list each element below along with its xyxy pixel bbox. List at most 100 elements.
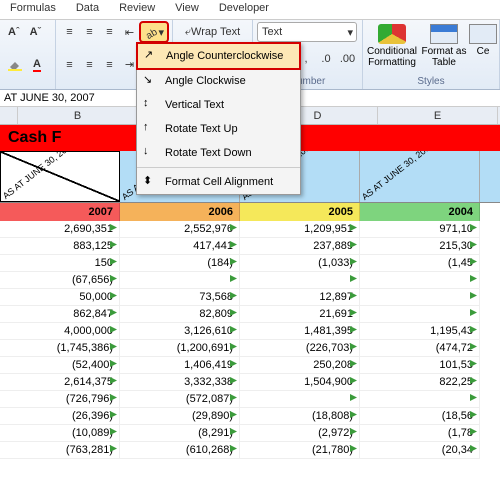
align-left[interactable]: ≡ xyxy=(60,55,78,75)
data-cell[interactable] xyxy=(240,391,360,408)
table-row: 862,84782,80921,691 xyxy=(0,306,500,323)
increase-font-size[interactable]: Aˆ xyxy=(4,22,24,42)
data-cell[interactable]: (21,780) xyxy=(240,442,360,459)
data-cell[interactable]: (29,890) xyxy=(120,408,240,425)
align-right[interactable]: ≡ xyxy=(100,55,118,75)
data-cell[interactable]: (474,72 xyxy=(360,340,480,357)
menu-rotate-down[interactable]: ↓Rotate Text Down xyxy=(137,141,300,165)
data-cell[interactable]: 250,208 xyxy=(240,357,360,374)
data-cell[interactable]: 50,000 xyxy=(0,289,120,306)
menu-angle-ccw[interactable]: ↗Angle Counterclockwise xyxy=(137,43,300,69)
increase-decimal[interactable]: .0 xyxy=(317,49,335,69)
wrap-text-button[interactable]: ⤶ Wrap Text xyxy=(177,22,248,42)
data-cell[interactable] xyxy=(360,272,480,289)
data-cell[interactable]: (726,796) xyxy=(0,391,120,408)
data-cell[interactable]: 1,504,900 xyxy=(240,374,360,391)
data-cell[interactable]: 237,889 xyxy=(240,238,360,255)
data-cell[interactable]: (8,291) xyxy=(120,425,240,442)
data-cell[interactable]: (67,656) xyxy=(0,272,120,289)
angled-header-2004[interactable]: AS AT JUNE 30, 2004 xyxy=(360,151,480,202)
tab-formulas[interactable]: Formulas xyxy=(0,0,66,19)
align-middle[interactable]: ≡ xyxy=(80,22,98,42)
data-cell[interactable]: 862,847 xyxy=(0,306,120,323)
tab-review[interactable]: Review xyxy=(109,0,165,19)
year-2006[interactable]: 2006 xyxy=(120,203,240,221)
data-cell[interactable] xyxy=(360,391,480,408)
menu-format-alignment[interactable]: ⬍Format Cell Alignment xyxy=(137,170,300,194)
data-cell[interactable]: (763,281) xyxy=(0,442,120,459)
cell-styles-button[interactable]: Ce xyxy=(471,22,495,70)
data-cell[interactable]: (52,400) xyxy=(0,357,120,374)
menu-vertical[interactable]: ↕Vertical Text xyxy=(137,93,300,117)
align-center[interactable]: ≡ xyxy=(80,55,98,75)
orientation-menu: ↗Angle Counterclockwise ↘Angle Clockwise… xyxy=(136,42,301,195)
data-cell[interactable]: (226,703) xyxy=(240,340,360,357)
data-cell[interactable]: (26,396) xyxy=(0,408,120,425)
conditional-formatting-button[interactable]: Conditional Formatting xyxy=(367,22,417,70)
data-cell[interactable] xyxy=(360,306,480,323)
orientation-icon: ab xyxy=(144,25,158,39)
data-cell[interactable]: 1,481,395 xyxy=(240,323,360,340)
data-cell[interactable]: 971,10 xyxy=(360,221,480,238)
menu-rotate-up[interactable]: ↑Rotate Text Up xyxy=(137,117,300,141)
data-cell[interactable]: 82,809 xyxy=(120,306,240,323)
data-cell[interactable]: 2,552,976 xyxy=(120,221,240,238)
font-color[interactable]: A xyxy=(28,55,46,75)
data-cell[interactable] xyxy=(120,272,240,289)
format-as-table-button[interactable]: Format as Table xyxy=(419,22,469,70)
data-cell[interactable]: 2,690,351 xyxy=(0,221,120,238)
data-cell[interactable]: 2,614,375 xyxy=(0,374,120,391)
data-cell[interactable]: 150 xyxy=(0,255,120,272)
data-cell[interactable]: (20,34 xyxy=(360,442,480,459)
data-cell[interactable]: 12,897 xyxy=(240,289,360,306)
fill-color[interactable] xyxy=(4,55,26,75)
data-cell[interactable]: 1,209,951 xyxy=(240,221,360,238)
data-cell[interactable]: 73,568 xyxy=(120,289,240,306)
indent-decrease[interactable]: ⇤ xyxy=(120,22,138,42)
data-cell[interactable]: 822,25 xyxy=(360,374,480,391)
data-cell[interactable]: (1,78 xyxy=(360,425,480,442)
data-cell[interactable]: (572,087) xyxy=(120,391,240,408)
tab-developer[interactable]: Developer xyxy=(209,0,279,19)
data-cell[interactable]: 883,125 xyxy=(0,238,120,255)
data-cell[interactable]: (18,808) xyxy=(240,408,360,425)
data-cell[interactable]: (1,200,691) xyxy=(120,340,240,357)
align-top[interactable]: ≡ xyxy=(60,22,78,42)
data-cell[interactable]: (610,268) xyxy=(120,442,240,459)
angled-header-2007[interactable]: AS AT JUNE 30, 2007 xyxy=(0,151,120,202)
data-cell[interactable] xyxy=(240,272,360,289)
data-cell[interactable]: (10,089) xyxy=(0,425,120,442)
orientation-button[interactable]: ab▾ xyxy=(140,22,168,42)
data-cell[interactable]: 3,332,338 xyxy=(120,374,240,391)
data-cell[interactable]: (1,033) xyxy=(240,255,360,272)
data-cell[interactable]: (184) xyxy=(120,255,240,272)
data-cell[interactable]: (1,745,386) xyxy=(0,340,120,357)
data-cell[interactable]: 4,000,000 xyxy=(0,323,120,340)
col-header-b[interactable]: B xyxy=(18,107,138,124)
paint-bucket-icon xyxy=(8,59,22,71)
data-cell[interactable]: (18,56 xyxy=(360,408,480,425)
decrease-decimal[interactable]: .00 xyxy=(337,49,358,69)
number-format-select[interactable]: Text▾ xyxy=(257,22,357,42)
angle-cw-icon: ↘ xyxy=(143,73,159,89)
year-2007[interactable]: 2007 xyxy=(0,203,120,221)
year-2005[interactable]: 2005 xyxy=(240,203,360,221)
decrease-font-size[interactable]: Aˇ xyxy=(26,22,46,42)
menu-angle-cw[interactable]: ↘Angle Clockwise xyxy=(137,69,300,93)
tab-data[interactable]: Data xyxy=(66,0,109,19)
tab-view[interactable]: View xyxy=(165,0,209,19)
data-cell[interactable]: (1,45 xyxy=(360,255,480,272)
year-2004[interactable]: 2004 xyxy=(360,203,480,221)
table-row: (52,400)1,406,419250,208101,53 xyxy=(0,357,500,374)
align-bottom[interactable]: ≡ xyxy=(100,22,118,42)
data-cell[interactable]: 1,406,419 xyxy=(120,357,240,374)
data-cell[interactable]: 215,30 xyxy=(360,238,480,255)
data-cell[interactable]: 101,53 xyxy=(360,357,480,374)
data-cell[interactable]: 1,195,43 xyxy=(360,323,480,340)
data-cell[interactable]: 417,441 xyxy=(120,238,240,255)
data-cell[interactable]: 3,126,610 xyxy=(120,323,240,340)
data-cell[interactable]: 21,691 xyxy=(240,306,360,323)
data-cell[interactable]: (2,972) xyxy=(240,425,360,442)
data-cell[interactable] xyxy=(360,289,480,306)
col-header-e[interactable]: E xyxy=(378,107,498,124)
